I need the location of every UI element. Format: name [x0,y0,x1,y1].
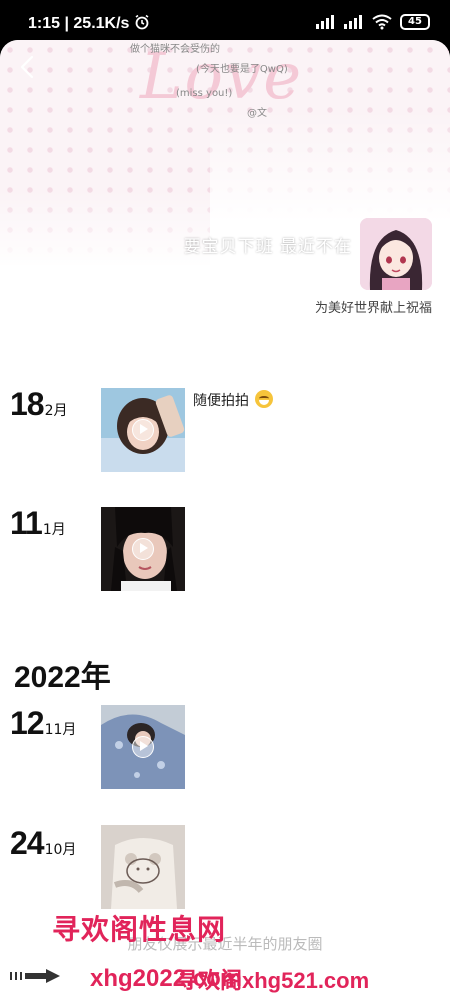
entry-month: 2月 [44,403,68,419]
profile-nickname: 要宝贝下班 最近不在 [183,237,352,257]
status-time: 1:15 [28,15,61,32]
grin-emoji-icon [255,390,273,408]
entry-month: 1月 [42,522,66,538]
battery-icon: 45 [400,14,430,30]
video-thumbnail[interactable] [101,507,185,591]
status-time-speed: 1:15 | 25.1K/s [28,14,150,33]
status-speed: 25.1K/s [73,15,130,32]
entry-caption: 随便拍拍 [193,390,273,410]
entry-month: 11月 [44,722,77,738]
watermark-bar: xhg2022.com 寻欢阁xhg521.com [0,955,450,1000]
alarm-icon [135,14,149,30]
entry-caption-text: 随便拍拍 [193,393,249,409]
watermark-text: 寻欢阁性息网 [52,913,227,946]
play-icon [132,538,154,560]
cover-deco-line: 做个猫咪不会受伤的 [130,44,220,55]
entry-month: 10月 [44,842,77,858]
video-thumbnail[interactable] [101,388,185,472]
entry-date: 111月 [10,505,66,542]
signal-icon [316,15,336,29]
moments-page: Love 做个猫咪不会受伤的 (今天也要是了QwQ) (miss you!) @… [0,40,450,1000]
cover-deco-line: (今天也要是了QwQ) [196,64,288,75]
video-thumbnail[interactable] [101,705,185,789]
wifi-icon [372,14,392,30]
play-icon [132,419,154,441]
entry-date: 182月 [10,386,68,423]
entry-day: 12 [10,705,45,741]
entry-day: 18 [10,386,45,422]
entry-day: 11 [10,505,43,541]
signal-icon [344,15,364,29]
avatar[interactable] [360,218,432,290]
avatar-illustration [360,218,432,290]
entry-date: 1211月 [10,705,76,742]
status-icons: 45 [316,14,430,30]
watermark-url: 寻欢阁xhg521.com [176,968,370,993]
arrow-icon [10,969,60,983]
back-icon[interactable] [14,52,44,82]
entry-day: 24 [10,825,45,861]
image-thumbnail[interactable] [101,825,185,909]
entry-date: 2410月 [10,825,76,862]
cover-deco-line: (miss you!) [176,88,233,99]
profile-signature: 为美好世界献上祝福 [314,301,432,316]
play-icon [132,736,154,758]
thumbnail-image [101,825,185,909]
year-header: 2022年 [14,661,111,694]
